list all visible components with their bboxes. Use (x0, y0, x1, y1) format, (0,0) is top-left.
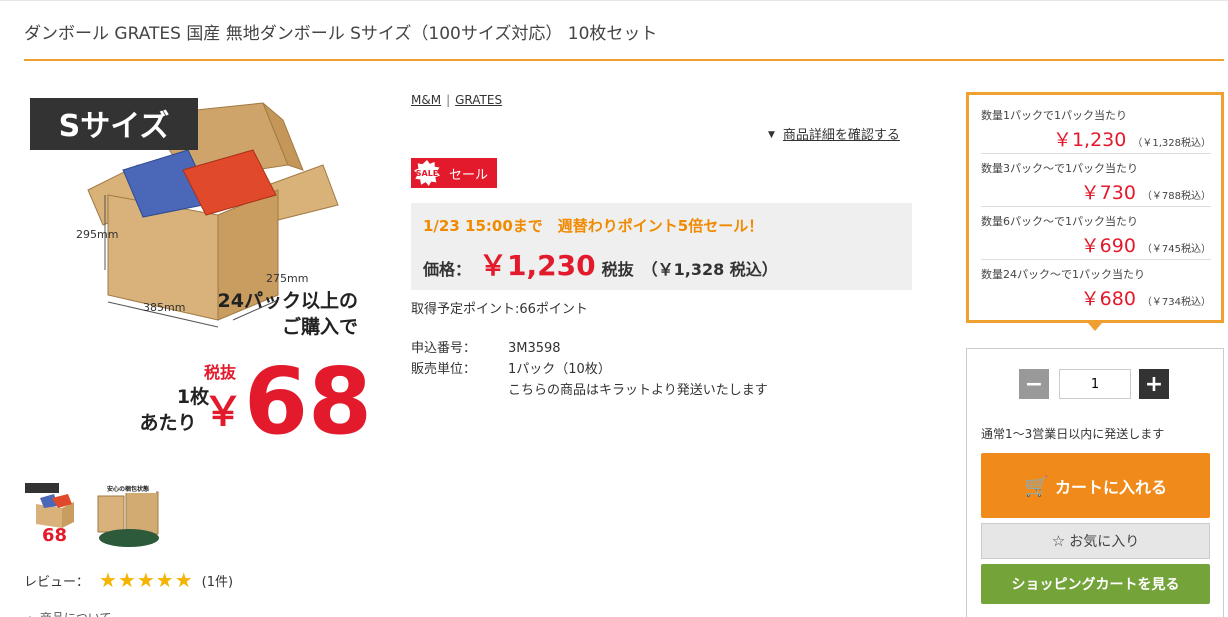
thumbnail-2-image: 安心の梱包状態 (96, 482, 162, 548)
quantity-stepper: − + (1019, 369, 1169, 399)
yen-mark: ￥ (203, 389, 243, 435)
price-incl-tax: （￥1,328 税込） (641, 260, 778, 279)
tier-label: 数量1パックで1パック当たり (981, 109, 1127, 122)
tier-row: 数量6パック～で1パック当たり ￥690 （￥745税込） (981, 207, 1211, 260)
price-row: 価格： ￥1,230 税抜 （￥1,328 税込） (423, 244, 900, 284)
quantity-increase-button[interactable]: + (1139, 369, 1169, 399)
shipping-info: 通常1～3営業日以内に発送します (981, 427, 1165, 441)
thumbnail-2-caption: 安心の梱包状態 (107, 485, 149, 493)
thumbnail-strip: 68 安心の梱包状態 (24, 482, 162, 548)
sale-burst-icon: SALE (414, 160, 440, 186)
cart-box: − + 通常1～3営業日以内に発送します 🛒 カートに入れる ☆ お気に入り シ… (966, 348, 1224, 617)
spec-key: 販売単位： (411, 362, 477, 377)
tier-row: 数量1パックで1パック当たり ￥1,230 （￥1,328税込） (981, 101, 1211, 154)
tier-price: ￥730 (1080, 182, 1136, 204)
brand-link-mm[interactable]: M&M (411, 93, 441, 107)
per-unit-2: あたり (139, 412, 196, 434)
tier-price: ￥690 (1080, 235, 1136, 257)
details-link-label[interactable]: 商品詳細を確認する (783, 128, 900, 143)
price-tax-label: 税抜 (601, 260, 634, 279)
size-badge-text: Sサイズ (59, 109, 170, 144)
cart-icon: 🛒 (1024, 473, 1049, 498)
dim-depth: 275mm (266, 272, 308, 285)
details-link[interactable]: ▼ 商品詳細を確認する (768, 124, 900, 143)
price-label: 価格： (423, 260, 472, 279)
view-cart-button[interactable]: ショッピングカートを見る (981, 564, 1210, 604)
tier-pricing-box: 数量1パックで1パック当たり ￥1,230 （￥1,328税込） 数量3パック～で… (966, 92, 1224, 323)
review-label: レビュー： (24, 574, 90, 590)
sale-label: セール (449, 167, 489, 183)
tier-row: 数量3パック～で1パック当たり ￥730 （￥788税込） (981, 154, 1211, 207)
tier-row: 数量24パック～で1パック当たり ￥680 （￥734税込） (981, 260, 1211, 313)
thumbnail-1-image: 68 (24, 482, 90, 548)
spec-table: 申込番号： 3M3598 販売単位： 1パック（10枚） こちらの商品はキラット… (411, 338, 768, 401)
tax-ex-label: 税抜 (204, 363, 237, 382)
dim-width: 385mm (143, 301, 185, 314)
tier-label: 数量6パック～で1パック当たり (981, 215, 1138, 228)
quantity-input[interactable] (1059, 369, 1131, 399)
add-to-cart-label: カートに入れる (1054, 477, 1167, 497)
star-rating-icon[interactable]: ★★★★★ (99, 568, 194, 592)
dim-height: 295mm (76, 228, 118, 241)
shipping-note: こちらの商品はキラットより発送いたします (508, 383, 768, 398)
spec-key: 申込番号： (411, 341, 477, 356)
brand-separator: | (446, 93, 451, 107)
triangle-down-icon: ▼ (768, 130, 775, 140)
tier-price: ￥1,230 (1052, 129, 1127, 151)
promo-line2: ご購入で (282, 315, 358, 338)
spec-row-order-no: 申込番号： 3M3598 (411, 338, 768, 359)
tier-arrow-icon (1088, 323, 1102, 331)
favorite-button[interactable]: ☆ お気に入り (981, 523, 1210, 559)
main-product-image[interactable]: Sサイズ 295mm 275mm 385mm 24パック以上の ご購入で 1枚 … (28, 95, 378, 455)
promo-box: 1/23 15:00まで 週替わりポイント5倍セール！ 価格： ￥1,230 税… (411, 203, 912, 290)
thumbnail-2[interactable]: 安心の梱包状態 (96, 482, 162, 548)
spec-row-note: こちらの商品はキラットより発送いたします (411, 380, 768, 401)
sale-badge: SALE セール (411, 158, 498, 188)
title-bar: ダンボール GRATES 国産 無地ダンボール Sサイズ（100サイズ対応） 1… (0, 0, 1228, 62)
quantity-decrease-button[interactable]: − (1019, 369, 1049, 399)
page-title: ダンボール GRATES 国産 無地ダンボール Sサイズ（100サイズ対応） 1… (24, 24, 658, 44)
review-row: レビュー： ★★★★★ (1件) (24, 568, 233, 592)
review-count[interactable]: (1件) (202, 571, 233, 590)
brand-link-grates[interactable]: GRATES (455, 93, 502, 107)
tier-price: ￥680 (1080, 288, 1136, 310)
brand-links: M&M | GRATES (411, 93, 502, 107)
tier-label: 数量3パック～で1パック当たり (981, 162, 1138, 175)
tier-label: 数量24パック～で1パック当たり (981, 268, 1145, 281)
thumbnail-1[interactable]: 68 (24, 482, 90, 548)
tier-tax: （￥1,328税込） (1132, 138, 1211, 149)
add-to-cart-button[interactable]: 🛒 カートに入れる (981, 453, 1210, 518)
promo-line1: 24パック以上の (218, 290, 358, 312)
more-row: ・ 商品について (24, 609, 111, 617)
promo-text: 1/23 15:00まで 週替わりポイント5倍セール！ (423, 217, 764, 235)
points-text: 取得予定ポイント:66ポイント (411, 302, 588, 317)
title-underline (24, 59, 1224, 61)
tier-tax: （￥734税込） (1141, 297, 1211, 308)
big-price: 68 (244, 348, 372, 445)
price-value: ￥1,230 (479, 249, 596, 282)
spec-row-unit: 販売単位： 1パック（10枚） (411, 359, 768, 380)
star-outline-icon: ☆ (1051, 532, 1066, 550)
product-illustration: Sサイズ 295mm 275mm 385mm 24パック以上の ご購入で 1枚 … (30, 98, 372, 455)
spec-value: 1パック（10枚） (508, 362, 611, 377)
spec-value: 3M3598 (508, 341, 561, 356)
favorite-label: お気に入り (1069, 534, 1140, 550)
tier-tax: （￥745税込） (1141, 244, 1211, 255)
tier-tax: （￥788税込） (1141, 191, 1211, 202)
thumbnail-1-price: 68 (42, 525, 67, 546)
